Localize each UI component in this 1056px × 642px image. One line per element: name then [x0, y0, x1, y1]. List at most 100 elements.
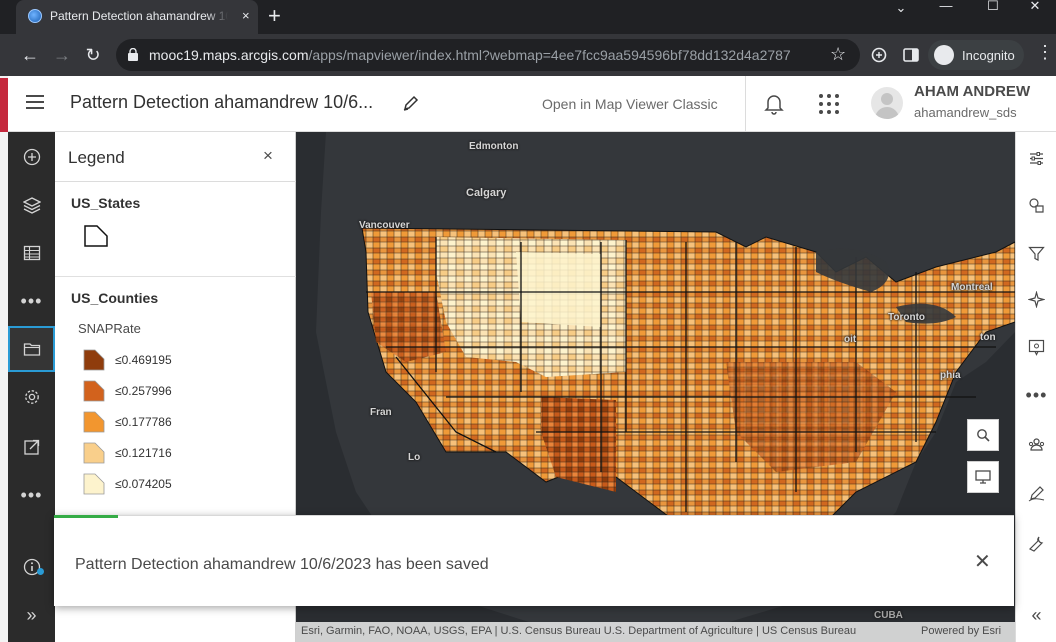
map-properties-button[interactable] [8, 326, 55, 372]
ellipsis-icon: ••• [20, 485, 43, 505]
swatch-polygon-icon [83, 473, 105, 495]
expand-button[interactable]: » [8, 592, 55, 638]
background-window-edge [0, 76, 8, 642]
incognito-label: Incognito [962, 48, 1015, 63]
layer-divider [55, 276, 296, 277]
place-label: Vancouver [359, 220, 410, 231]
more-actions-button[interactable]: ••• [8, 278, 55, 324]
tab-title: Pattern Detection ahamandrew 10/6/2023 [50, 9, 228, 23]
minimize-button[interactable]: — [923, 0, 969, 20]
people-icon [1028, 437, 1045, 451]
app-launcher-icon[interactable] [819, 94, 839, 114]
search-button[interactable] [967, 419, 999, 451]
sketch-button[interactable] [1016, 472, 1056, 514]
new-tab-button[interactable]: + [268, 5, 281, 27]
address-bar[interactable]: mooc19.maps.arcgis.com/apps/mapviewer/in… [116, 39, 860, 71]
side-panel-icon[interactable] [903, 47, 919, 63]
search-icon [977, 429, 990, 442]
browser-tab[interactable]: Pattern Detection ahamandrew 10/6/2023 × [16, 0, 258, 34]
pop-ups-button[interactable] [1016, 326, 1056, 368]
filter-icon [1028, 246, 1045, 261]
screen-view-button[interactable] [967, 461, 999, 493]
save-toast: Pattern Detection ahamandrew 10/6/2023 h… [54, 515, 1014, 606]
configure-button[interactable] [1016, 522, 1056, 564]
swatch-polygon-icon [83, 349, 105, 371]
close-window-button[interactable]: ✕ [1012, 0, 1056, 20]
place-label: oit [844, 334, 857, 345]
avatar[interactable] [871, 87, 903, 119]
folder-icon [23, 343, 40, 356]
notification-dot [37, 568, 44, 575]
close-icon[interactable]: × [263, 146, 273, 166]
legend-class: ≤0.257996 [83, 380, 273, 404]
place-label: phia [940, 370, 961, 381]
close-icon[interactable]: ✕ [974, 552, 991, 572]
collapse-button[interactable]: « [1016, 594, 1056, 636]
browser-tab-strip: Pattern Detection ahamandrew 10/6/2023 ×… [0, 0, 1056, 34]
open-classic-link[interactable]: Open in Map Viewer Classic [542, 96, 718, 112]
double-chevron-left-icon: « [1031, 604, 1042, 625]
add-layer-button[interactable] [8, 134, 55, 180]
app-header: Pattern Detection ahamandrew 10/6... Ope… [8, 76, 1056, 132]
swatch-polygon-icon [83, 442, 105, 464]
styles-button[interactable] [1016, 184, 1056, 226]
place-label: Montreal [951, 282, 993, 293]
toast-progress-bar [54, 515, 118, 518]
polygon-symbol-icon [84, 225, 108, 247]
more-settings-button[interactable]: ••• [1016, 374, 1056, 416]
place-label: Lo [408, 452, 421, 463]
legend-title: Legend [68, 148, 125, 167]
user-full-name[interactable]: AHAM ANDREW [914, 83, 1030, 100]
extension-icon[interactable] [871, 47, 887, 63]
browser-menu-icon[interactable]: ⋮ [1036, 42, 1054, 63]
add-circle-icon [23, 148, 40, 166]
legend-field-name: SNAPRate [78, 321, 141, 336]
tab-close-icon[interactable]: × [242, 9, 250, 23]
place-label: Calgary [466, 187, 507, 199]
bookmark-star-icon[interactable]: ☆ [830, 44, 846, 65]
place-label: Edmonton [469, 141, 519, 152]
map-attribution: Esri, Garmin, FAO, NOAA, USGS, EPA | U.S… [296, 622, 1015, 642]
tab-search-icon[interactable]: ⌄ [878, 1, 924, 22]
layer-name-us-counties: US_Counties [71, 290, 159, 306]
popup-icon [1028, 339, 1045, 356]
tables-button[interactable] [8, 230, 55, 276]
properties-button[interactable] [1016, 137, 1056, 179]
attribution-text[interactable]: Esri, Garmin, FAO, NOAA, USGS, EPA | U.S… [301, 625, 856, 637]
layers-button[interactable] [8, 182, 55, 228]
hamburger-menu-icon[interactable] [26, 95, 44, 109]
notification-bell-icon[interactable] [764, 93, 784, 115]
filter-button[interactable] [1016, 232, 1056, 274]
map-title: Pattern Detection ahamandrew 10/6... [70, 92, 374, 112]
maximize-button[interactable]: ☐ [970, 0, 1016, 20]
url-text: mooc19.maps.arcgis.com/apps/mapviewer/in… [149, 47, 791, 63]
legend-header: Legend × [55, 132, 296, 182]
ellipsis-icon: ••• [1025, 385, 1048, 405]
monitor-icon [975, 470, 991, 484]
analysis-button[interactable] [1016, 424, 1056, 466]
background-window-accent [0, 78, 8, 132]
share-button[interactable] [8, 424, 55, 470]
layers-icon [22, 197, 41, 214]
legend-class: ≤0.469195 [83, 349, 273, 373]
effects-button[interactable] [1016, 278, 1056, 320]
legend-class: ≤0.177786 [83, 411, 273, 435]
gear-icon [24, 390, 39, 404]
lock-icon [128, 48, 138, 61]
swatch-polygon-icon [83, 411, 105, 433]
legend-class: ≤0.121716 [83, 442, 273, 466]
globe-favicon-icon [28, 9, 42, 23]
back-arrow-icon[interactable]: ← [17, 42, 43, 68]
place-label: Toronto [888, 312, 926, 323]
more-actions-button-2[interactable]: ••• [8, 472, 55, 518]
reload-icon[interactable]: ↻ [80, 42, 106, 68]
user-username[interactable]: ahamandrew_sds [914, 105, 1017, 120]
powered-by-esri[interactable]: Powered by Esri [921, 625, 1001, 637]
settings-button[interactable] [8, 374, 55, 420]
browser-toolbar: ← → ↻ mooc19.maps.arcgis.com/apps/mapvie… [0, 34, 1056, 76]
forward-arrow-icon[interactable]: → [49, 42, 75, 68]
incognito-indicator[interactable]: Incognito [928, 40, 1024, 70]
about-button[interactable] [8, 544, 55, 590]
share-icon [23, 439, 39, 455]
edit-pencil-icon[interactable] [402, 94, 420, 112]
